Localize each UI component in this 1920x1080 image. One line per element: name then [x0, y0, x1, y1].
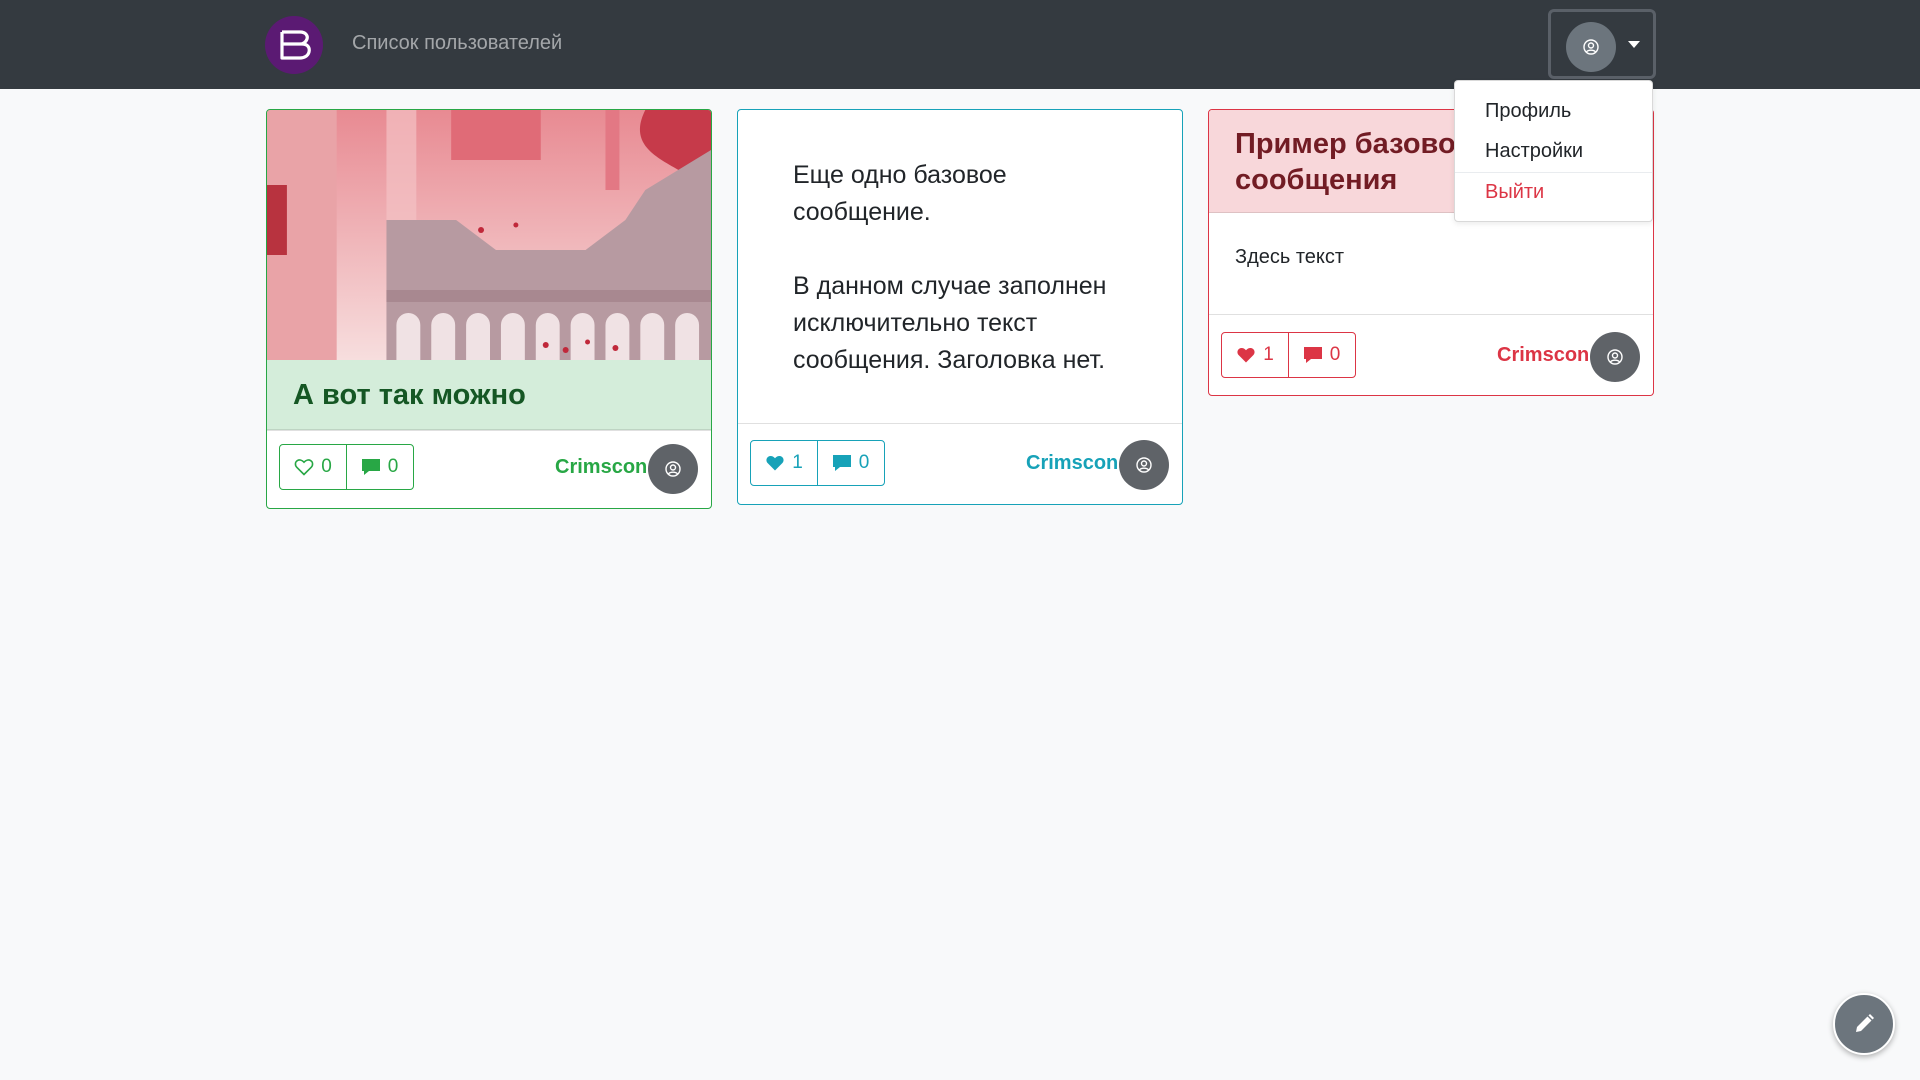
- author-link[interactable]: Crimscon: [1026, 452, 1118, 475]
- post-body: Здесь текст: [1235, 246, 1345, 268]
- comment-count: 0: [387, 456, 399, 477]
- reaction-button-group: 0 0: [279, 444, 414, 490]
- comment-icon: [361, 459, 380, 475]
- post-image: [267, 110, 711, 360]
- comment-button[interactable]: 0: [816, 440, 885, 486]
- card-footer-divider: [738, 423, 1182, 424]
- post-text-line: исключительно текст: [793, 309, 1038, 337]
- post-title-line: Пример базово: [1235, 128, 1456, 160]
- heart-filled-icon: [1237, 347, 1255, 363]
- menu-item-settings[interactable]: Настройки: [1485, 140, 1583, 163]
- author-avatar[interactable]: [648, 444, 698, 494]
- author-avatar[interactable]: [1590, 332, 1640, 382]
- like-button[interactable]: 0: [279, 444, 347, 490]
- post-title: А вот так можно: [293, 379, 526, 411]
- user-circle-icon: [1607, 349, 1623, 365]
- post-text: Еще одно базовое сообщение. В данном слу…: [793, 157, 1153, 379]
- comment-button[interactable]: 0: [345, 444, 414, 490]
- nav-link-users[interactable]: Список пользователей: [352, 32, 562, 55]
- like-button[interactable]: 1: [1221, 332, 1289, 378]
- brand-logo-icon: [280, 30, 311, 60]
- comment-count: 0: [1329, 344, 1341, 365]
- comment-button[interactable]: 0: [1287, 332, 1356, 378]
- comment-icon: [832, 455, 851, 471]
- post-card: А вот так можно 0 0 Crimscon: [266, 109, 712, 509]
- pencil-icon: [1856, 1014, 1874, 1032]
- like-count: 1: [792, 452, 803, 473]
- user-dropdown-menu: Профиль Настройки Выйти: [1454, 80, 1653, 222]
- menu-item-profile[interactable]: Профиль: [1485, 100, 1571, 123]
- author-avatar[interactable]: [1119, 440, 1169, 490]
- author-link[interactable]: Crimscon: [555, 456, 647, 479]
- post-text-line: В данном случае заполнен: [793, 272, 1107, 300]
- reaction-button-group: 1 0: [1221, 332, 1356, 378]
- menu-divider: [1455, 172, 1652, 173]
- post-title-header: А вот так можно: [267, 360, 711, 430]
- menu-item-logout[interactable]: Выйти: [1485, 181, 1544, 204]
- heart-outline-icon: [294, 459, 314, 476]
- comment-icon: [1303, 347, 1322, 363]
- top-navbar: Список пользователей: [0, 0, 1920, 89]
- card-footer-divider: [1209, 314, 1653, 315]
- card-footer-divider: [267, 430, 711, 431]
- brand-logo[interactable]: [265, 16, 323, 74]
- post-text-line: сообщение.: [793, 198, 931, 226]
- comment-count: 0: [858, 452, 870, 473]
- user-avatar: [1566, 22, 1616, 72]
- author-link[interactable]: Crimscon: [1497, 344, 1589, 367]
- like-button[interactable]: 1: [750, 440, 818, 486]
- like-count: 1: [1263, 344, 1274, 365]
- reaction-button-group: 1 0: [750, 440, 885, 486]
- new-post-button[interactable]: [1833, 993, 1895, 1055]
- chevron-down-icon: [1628, 41, 1640, 48]
- like-count: 0: [321, 456, 332, 477]
- post-title-line: сообщения: [1235, 164, 1398, 196]
- post-text-line: [793, 231, 1153, 268]
- user-menu-toggle[interactable]: [1548, 9, 1656, 79]
- post-card: Еще одно базовое сообщение. В данном слу…: [737, 109, 1183, 505]
- user-circle-icon: [1136, 457, 1152, 473]
- heart-filled-icon: [766, 455, 784, 471]
- user-circle-icon: [665, 461, 681, 477]
- user-circle-icon: [1583, 39, 1599, 55]
- post-text-line: сообщения. Заголовка нет.: [793, 346, 1106, 374]
- post-text-line: Еще одно базовое: [793, 161, 1007, 189]
